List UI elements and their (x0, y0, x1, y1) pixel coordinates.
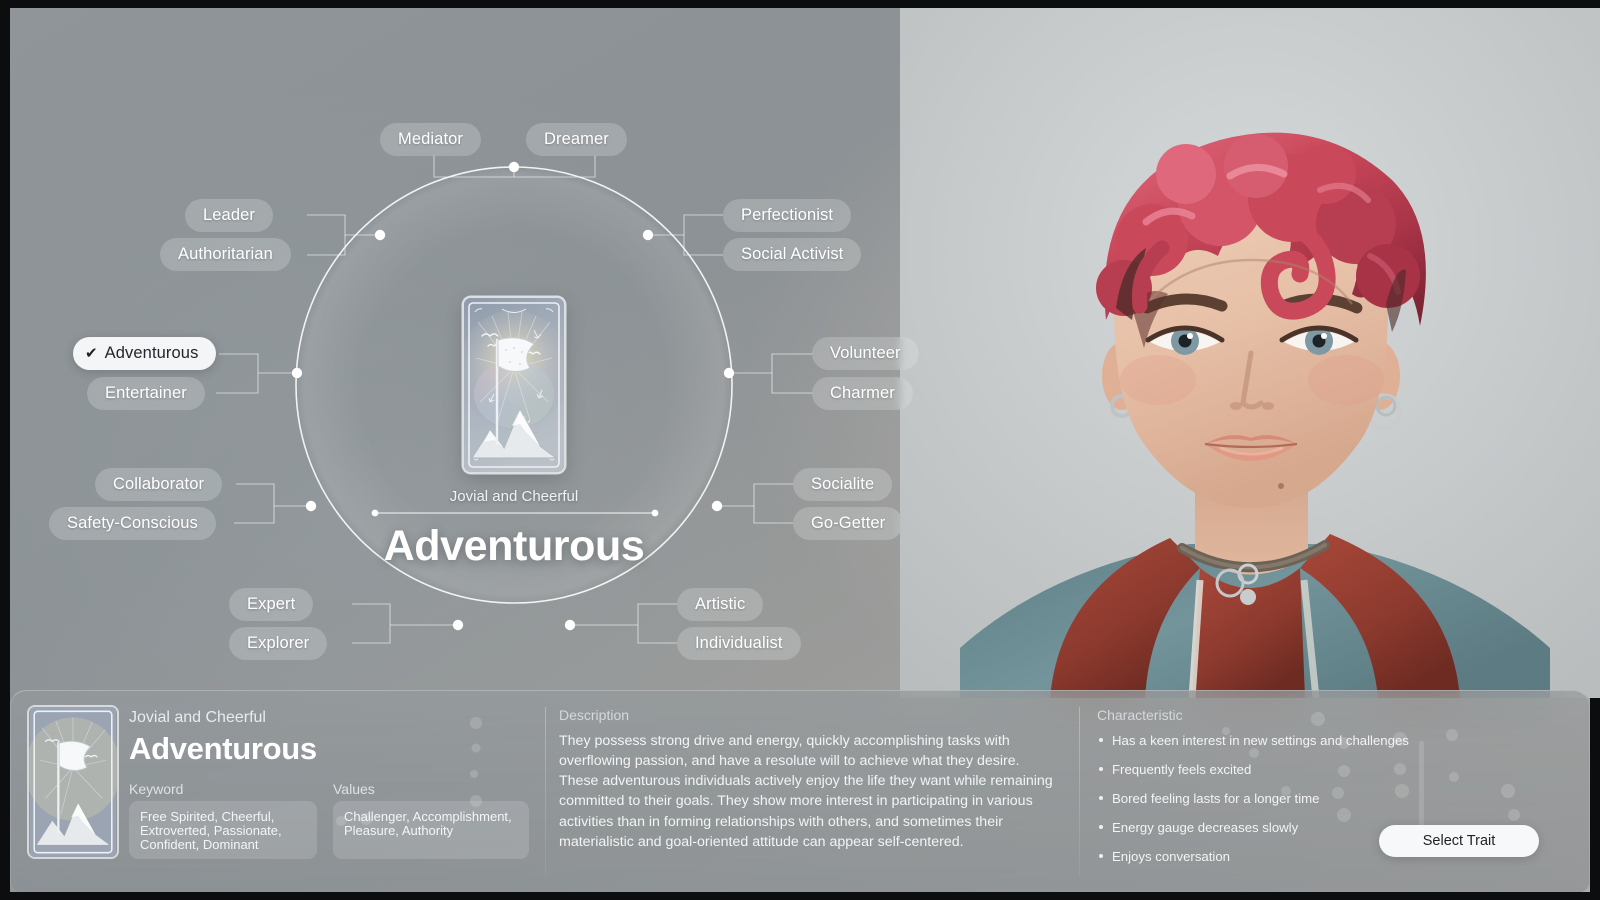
description-label: Description (559, 707, 630, 723)
characteristic-label: Characteristic (1097, 707, 1183, 723)
panel-trait-card (29, 707, 117, 857)
flag-mountain-tarot-card-icon (29, 707, 117, 857)
trait-pill-label: Go-Getter (811, 514, 886, 532)
trait-pill-label: Artistic (695, 595, 746, 613)
trait-pill-label: Socialite (811, 475, 875, 493)
trait-detail-panel: Jovial and Cheerful Adventurous Keyword … (10, 690, 1590, 892)
list-item: Energy gauge decreases slowly (1097, 820, 1427, 835)
flag-mountain-tarot-card-icon (464, 298, 564, 472)
panel-divider-left (545, 707, 546, 877)
trait-wheel: Jovial and Cheerful Adventurous Mediator… (0, 0, 1000, 700)
trait-pill-leader[interactable]: Leader (185, 199, 273, 232)
trait-pill-safety-conscious[interactable]: Safety-Conscious (49, 507, 216, 540)
trait-pill-label: Social Activist (741, 245, 844, 263)
trait-pill-go-getter[interactable]: Go-Getter (793, 507, 904, 540)
panel-title: Adventurous (129, 731, 317, 766)
trait-pill-label: Expert (247, 595, 296, 613)
trait-pill-social-activist[interactable]: Social Activist (723, 238, 862, 271)
panel-divider-right (1079, 707, 1080, 877)
values-label: Values (333, 781, 375, 797)
trait-pill-label: Perfectionist (741, 206, 834, 224)
list-item: Bored feeling lasts for a longer time (1097, 791, 1427, 806)
trait-pill-dreamer[interactable]: Dreamer (526, 123, 627, 156)
select-trait-button[interactable]: Select Trait (1379, 825, 1539, 857)
panel-subtitle: Jovial and Cheerful (129, 709, 266, 726)
app-screen: Jovial and Cheerful Adventurous Mediator… (0, 0, 1600, 900)
trait-pill-label: Entertainer (105, 384, 187, 402)
trait-pill-individualist[interactable]: Individualist (677, 627, 801, 660)
trait-pill-label: Explorer (247, 634, 310, 652)
trait-pill-label: Safety-Conscious (67, 514, 198, 532)
trait-pill-volunteer[interactable]: Volunteer (812, 337, 919, 370)
trait-pill-charmer[interactable]: Charmer (812, 377, 913, 410)
trait-pill-explorer[interactable]: Explorer (229, 627, 328, 660)
center-trait-card[interactable] (464, 298, 564, 472)
character-portrait (900, 8, 1600, 698)
trait-pill-label: Mediator (398, 130, 463, 148)
trait-pill-label: Individualist (695, 634, 783, 652)
trait-pill-collaborator[interactable]: Collaborator (95, 468, 223, 501)
keyword-label: Keyword (129, 781, 184, 797)
trait-pill-label: Adventurous (104, 344, 199, 362)
trait-pill-label: Volunteer (830, 344, 901, 362)
list-item: Has a keen interest in new settings and … (1097, 733, 1427, 748)
trait-pill-label: Collaborator (113, 475, 205, 493)
trait-pill-label: Dreamer (544, 130, 609, 148)
trait-pill-authoritarian[interactable]: Authoritarian (160, 238, 291, 271)
list-item: Enjoys conversation (1097, 849, 1427, 864)
description-text: They possess strong drive and energy, qu… (559, 733, 1053, 850)
trait-pill-mediator[interactable]: Mediator (380, 123, 481, 156)
characteristic-list: Has a keen interest in new settings and … (1097, 733, 1427, 878)
trait-pill-label: Authoritarian (178, 245, 273, 263)
character-illustration (900, 8, 1600, 698)
trait-pill-label: Leader (203, 206, 255, 224)
trait-pill-perfectionist[interactable]: Perfectionist (723, 199, 852, 232)
trait-pill-artistic[interactable]: Artistic (677, 588, 764, 621)
keyword-value: Free Spirited, Cheerful, Extroverted, Pa… (129, 801, 317, 859)
trait-pill-adventurous[interactable]: ✔ Adventurous (73, 337, 217, 370)
values-value: Challenger, Accomplishment, Pleasure, Au… (333, 801, 529, 859)
trait-pill-socialite[interactable]: Socialite (793, 468, 893, 501)
list-item: Frequently feels excited (1097, 762, 1427, 777)
trait-pill-label: Charmer (830, 384, 895, 402)
trait-pill-expert[interactable]: Expert (229, 588, 314, 621)
trait-pill-entertainer[interactable]: Entertainer (87, 377, 205, 410)
check-icon: ✔ (85, 345, 98, 362)
